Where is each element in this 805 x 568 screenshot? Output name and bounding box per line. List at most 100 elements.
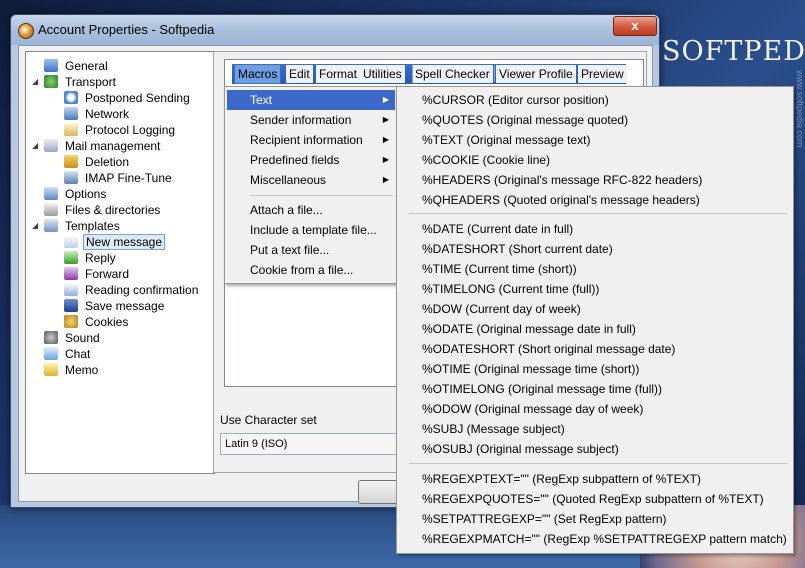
- text-macro-item[interactable]: %OTIMELONG (Original message time (full)…: [422, 379, 662, 399]
- tree-item[interactable]: Forward: [64, 266, 131, 282]
- tree-item-label: Save message: [85, 299, 165, 313]
- tree-item[interactable]: Chat: [44, 346, 92, 362]
- tree-item[interactable]: Protocol Logging: [64, 122, 177, 138]
- expand-toggle-icon[interactable]: ◢: [32, 221, 38, 230]
- menu-separator: [409, 213, 787, 214]
- menu-viewer-profile[interactable]: Viewer Profile: [496, 65, 576, 83]
- text-macro-item[interactable]: %DATE (Current date in full): [422, 219, 573, 239]
- macros-action-item[interactable]: Cookie from a file...: [227, 260, 395, 280]
- expand-toggle-icon[interactable]: ◢: [32, 141, 38, 150]
- expand-toggle-icon[interactable]: ◢: [32, 77, 38, 86]
- tree-item[interactable]: IMAP Fine-Tune: [64, 170, 174, 186]
- files-icon: [44, 203, 58, 216]
- tree-item[interactable]: Cookies: [64, 314, 130, 330]
- text-macro-item[interactable]: %ODATESHORT (Short original message date…: [422, 339, 675, 359]
- submenu-arrow-icon: ▶: [382, 175, 389, 184]
- forward-icon: [64, 267, 78, 280]
- bin-icon: [64, 155, 78, 168]
- tree-item[interactable]: Options: [44, 186, 108, 202]
- tree-item[interactable]: Reply: [64, 250, 118, 266]
- text-macro-item[interactable]: %QHEADERS (Quoted original's message hea…: [422, 190, 700, 210]
- tree-item-label: Deletion: [85, 155, 130, 169]
- softpedia-logo: SOFTPEDIA: [662, 36, 805, 67]
- tree-item[interactable]: Memo: [44, 362, 100, 378]
- tree-item[interactable]: Reading confirmation: [64, 282, 200, 298]
- text-macro-item[interactable]: %OTIME (Original message time (short)): [422, 359, 639, 379]
- macros-submenu-item[interactable]: Sender information ▶: [227, 110, 395, 130]
- tree-item[interactable]: Templates: [44, 218, 122, 234]
- settings-tree[interactable]: General Transport Postponed Sending Network…: [25, 51, 215, 474]
- log-icon: [64, 123, 78, 136]
- text-macro-item[interactable]: %HEADERS (Original's message RFC-822 hea…: [422, 170, 702, 190]
- text-macro-item[interactable]: %DOW (Current day of week): [422, 299, 581, 319]
- macros-action-item[interactable]: Attach a file...: [227, 200, 395, 220]
- tree-item[interactable]: Deletion: [64, 154, 131, 170]
- text-macro-item[interactable]: %SUBJ (Message subject): [422, 419, 565, 439]
- text-macro-item[interactable]: %TIMELONG (Current time (full)): [422, 279, 599, 299]
- network-icon: [64, 107, 78, 120]
- macros-submenu-item[interactable]: Text ▶: [227, 90, 395, 110]
- app-icon: [18, 23, 34, 39]
- tree-item[interactable]: Save message: [64, 298, 166, 314]
- text-macro-item[interactable]: %TEXT (Original message text): [422, 130, 591, 150]
- text-macro-item[interactable]: %CURSOR (Editor cursor position): [422, 90, 609, 110]
- memo-icon: [44, 363, 58, 376]
- macros-menu: Text ▶ Sender information ▶ Recipient inform…: [224, 86, 400, 284]
- text-macro-item[interactable]: %SETPATTREGEXP="" (Set RegExp pattern): [422, 509, 667, 529]
- tree-item[interactable]: New message: [64, 234, 166, 250]
- imap-icon: [64, 171, 78, 184]
- charset-label: Use Character set: [220, 413, 317, 427]
- tree-item[interactable]: General: [44, 58, 110, 74]
- macros-action-item[interactable]: Put a text file...: [227, 240, 395, 260]
- new-message-icon: [64, 235, 78, 248]
- text-macro-item[interactable]: %REGEXPTEXT="" (RegExp subpattern of %TE…: [422, 469, 701, 489]
- tree-item[interactable]: Network: [64, 106, 131, 122]
- tree-item-label: Sound: [65, 331, 100, 345]
- menubar-separator: [412, 66, 413, 82]
- text-macro-item[interactable]: %REGEXPMATCH="" (RegExp %SETPATTREGEXP p…: [422, 529, 787, 549]
- menu-item-label: Miscellaneous: [250, 173, 327, 187]
- tree-item[interactable]: Files & directories: [44, 202, 162, 218]
- menu-utilities[interactable]: Utilities: [360, 65, 405, 83]
- reply-icon: [64, 251, 78, 264]
- tree-item-label: Chat: [65, 347, 91, 361]
- macros-submenu-item[interactable]: Recipient information ▶: [227, 130, 395, 150]
- tree-item[interactable]: Transport: [44, 74, 118, 90]
- clock-icon: [64, 91, 78, 104]
- tree-item[interactable]: Postponed Sending: [64, 90, 192, 106]
- macros-submenu-item[interactable]: Miscellaneous ▶: [227, 170, 395, 190]
- text-submenu: %CURSOR (Editor cursor position) %QUOTES …: [396, 86, 794, 554]
- save-icon: [64, 299, 78, 312]
- title-bar[interactable]: Account Properties - Softpedia x: [11, 15, 659, 45]
- tree-item-label: Network: [85, 107, 130, 121]
- text-macro-item[interactable]: %QUOTES (Original message quoted): [422, 110, 628, 130]
- text-macro-item[interactable]: %COOKIE (Cookie line): [422, 150, 550, 170]
- text-macro-item[interactable]: %TIME (Current time (short)): [422, 259, 577, 279]
- tree-item[interactable]: Sound: [44, 330, 102, 346]
- menu-format[interactable]: Format: [316, 65, 361, 83]
- menu-macros[interactable]: Macros: [234, 64, 282, 84]
- text-macro-item[interactable]: %DATESHORT (Short current date): [422, 239, 613, 259]
- text-macro-item[interactable]: %OSUBJ (Original message subject): [422, 439, 619, 459]
- menu-item-label: Recipient information: [250, 133, 363, 147]
- menu-item-label: Cookie from a file...: [250, 263, 354, 277]
- menu-item-label: Text: [250, 93, 273, 107]
- tree-item-label: Transport: [65, 75, 116, 89]
- menu-item-label: Sender information: [250, 113, 352, 127]
- sound-icon: [44, 331, 58, 344]
- menu-separator: [250, 195, 393, 196]
- tree-item-label: Mail management: [65, 139, 161, 153]
- templates-icon: [44, 219, 58, 232]
- macros-action-item[interactable]: Include a template file...: [227, 220, 395, 240]
- menu-spell-checker[interactable]: Spell Checker: [412, 65, 493, 83]
- tree-item[interactable]: Mail management: [44, 138, 162, 154]
- menu-edit[interactable]: Edit: [286, 65, 313, 83]
- menu-preview[interactable]: Preview: [578, 65, 627, 83]
- text-macro-item[interactable]: %REGEXPQUOTES="" (Quoted RegExp subpatte…: [422, 489, 764, 509]
- menu-item-label: Put a text file...: [250, 243, 330, 257]
- close-button[interactable]: x: [613, 16, 657, 36]
- macros-submenu-item[interactable]: Predefined fields ▶: [227, 150, 395, 170]
- text-macro-item[interactable]: %ODOW (Original message day of week): [422, 399, 643, 419]
- tree-item-label: Memo: [65, 363, 99, 377]
- text-macro-item[interactable]: %ODATE (Original message date in full): [422, 319, 636, 339]
